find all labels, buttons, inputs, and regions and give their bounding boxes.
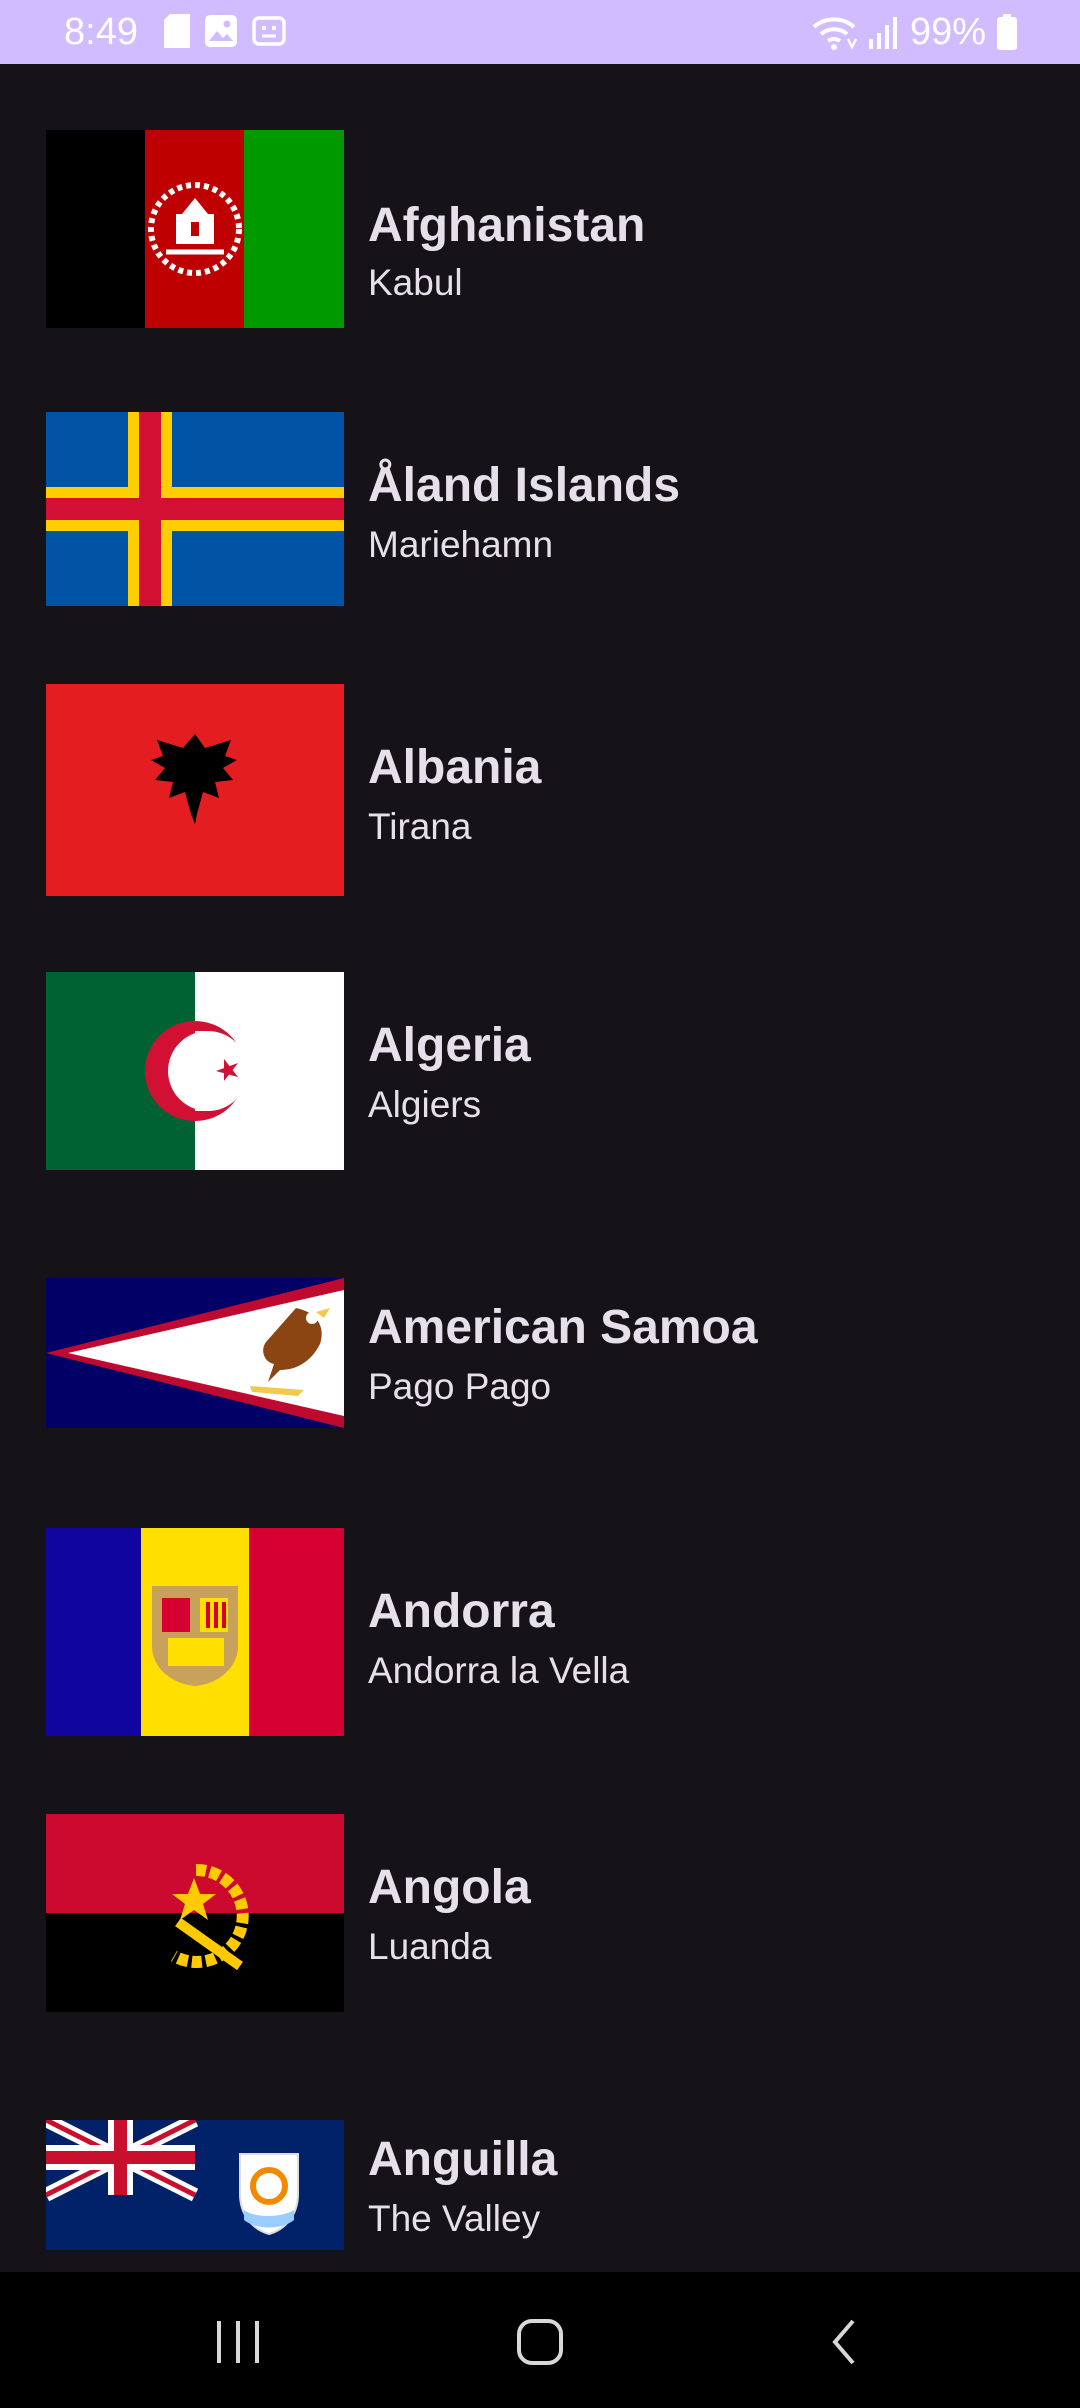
capital-name: Pago Pago	[368, 1366, 552, 1407]
capital-name: Andorra la Vella	[368, 1650, 630, 1691]
back-icon	[832, 2319, 855, 2365]
anguilla-flag	[46, 2120, 344, 2250]
home-icon	[517, 2319, 563, 2365]
list-item[interactable]: Andorra Andorra la Vella	[0, 1528, 1080, 1738]
recent-apps-icon	[217, 2321, 259, 2363]
screen-record-icon	[252, 16, 286, 46]
battery-percent: 99%	[909, 11, 986, 53]
list-item[interactable]: Afghanistan Kabul	[0, 130, 1080, 330]
capital-name: Mariehamn	[368, 524, 554, 565]
battery-icon	[997, 14, 1017, 50]
list-item[interactable]: American Samoa Pago Pago	[0, 1278, 1080, 1428]
back-button[interactable]	[804, 2310, 884, 2374]
country-name: Andorra	[368, 1585, 555, 1638]
american-samoa-flag	[46, 1278, 344, 1428]
recent-apps-button[interactable]	[198, 2310, 278, 2374]
signal-icon	[868, 17, 897, 49]
navigation-bar	[0, 2272, 1080, 2408]
capital-name: The Valley	[368, 2198, 541, 2239]
aland-flag	[46, 412, 344, 606]
country-name: American Samoa	[368, 1301, 758, 1354]
sim-card-icon	[164, 14, 190, 48]
list-item[interactable]: Anguilla The Valley	[0, 2120, 1080, 2270]
country-name: Afghanistan	[368, 199, 646, 252]
algeria-flag	[46, 972, 344, 1170]
afghanistan-flag	[46, 130, 344, 328]
status-icons-right: 99%	[810, 10, 1018, 54]
list-item[interactable]: Åland Islands Mariehamn	[0, 412, 1080, 608]
list-item[interactable]: Algeria Algiers	[0, 972, 1080, 1172]
country-name: Albania	[368, 741, 542, 794]
home-button[interactable]	[500, 2310, 580, 2374]
country-list[interactable]: Afghanistan Kabul Åland Islands Marieham…	[0, 64, 1080, 2272]
list-item[interactable]: Albania Tirana	[0, 684, 1080, 898]
country-name: Algeria	[368, 1019, 531, 1072]
country-name: Angola	[368, 1861, 531, 1914]
list-item[interactable]: Angola Luanda	[0, 1814, 1080, 2014]
country-name: Anguilla	[368, 2133, 558, 2186]
angola-flag	[46, 1814, 344, 2012]
capital-name: Luanda	[368, 1926, 492, 1967]
status-time: 8:49	[64, 11, 138, 53]
image-icon	[205, 15, 237, 47]
status-icons-left	[164, 14, 286, 50]
capital-name: Tirana	[368, 806, 472, 847]
status-bar: 8:49 99%	[0, 0, 1080, 64]
albania-flag	[46, 684, 344, 896]
capital-name: Algiers	[368, 1084, 482, 1125]
capital-name: Kabul	[368, 262, 463, 303]
wifi-icon	[812, 17, 858, 50]
country-name: Åland Islands	[368, 459, 681, 512]
andorra-flag	[46, 1528, 344, 1736]
